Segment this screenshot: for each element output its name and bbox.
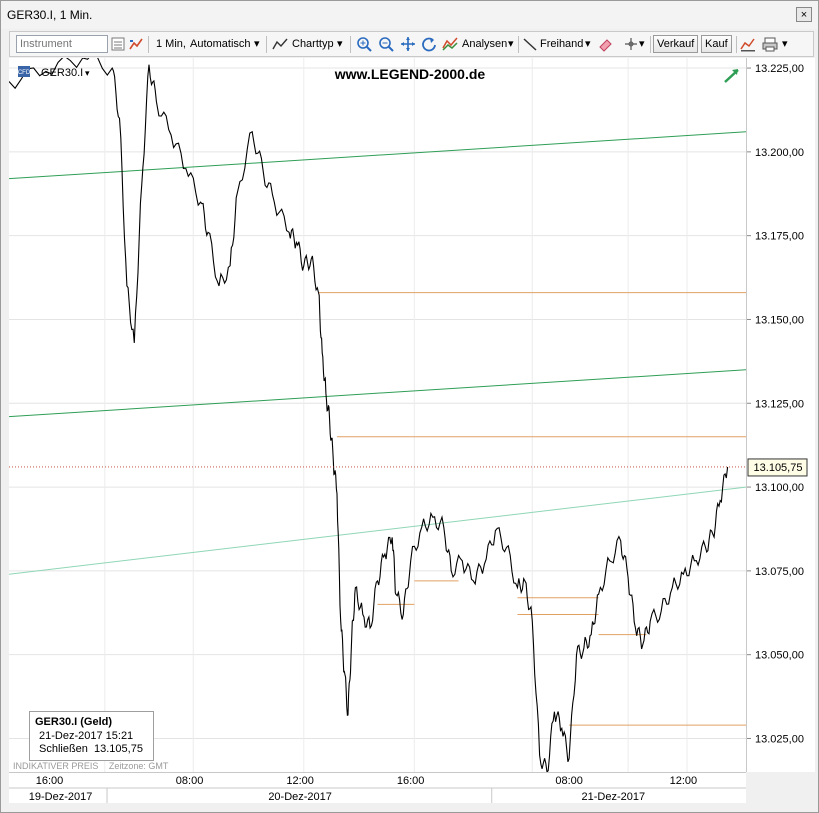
y-tick-label: 13.175,00 [755,231,804,243]
window-title: GER30.I, 1 Min. [7,8,93,22]
info-box: GER30.I (Geld) 21-Dez-2017 15:21 Schließ… [29,711,154,761]
svg-text:CFD: CFD [18,70,31,76]
freihand-menu[interactable]: Freihand [540,35,583,53]
analysen-dropdown-icon[interactable]: ▾ [508,35,514,53]
y-tick-label: 13.025,00 [755,733,804,745]
indicative-label: INDIKATIVER PREIS [13,761,99,771]
price-series-line [9,58,729,772]
symbol-dropdown-icon: ▾ [85,68,90,78]
trend-line [9,131,746,180]
print-icon[interactable] [762,36,778,52]
chart-window: GER30.I, 1 Min. × 1 Min, Automatisch ▾ C… [0,0,819,813]
trend-lines [9,131,746,575]
y-tick-label: 13.100,00 [755,482,804,494]
x-date-label: 20-Dez-2017 [268,791,332,803]
x-date-label: 21-Dez-2017 [582,791,646,803]
time-axis: 16:00 08:00 12:00 16:00 08:00 12:00 19-Dez-20… [9,772,746,803]
trend-line [9,486,746,575]
symbol-name: GER30.I [41,67,83,79]
current-price-marker: 13.105,75 [747,458,808,477]
y-tick-label: 13.075,00 [755,566,804,578]
y-tick-label: 13.050,00 [755,650,804,662]
crosshair-dropdown-icon[interactable]: ▾ [639,35,645,53]
kauf-button[interactable]: Kauf [701,35,732,53]
print-dropdown-icon[interactable]: ▾ [782,35,788,53]
x-date-label: 19-Dez-2017 [29,791,93,803]
instrument-list-icon[interactable] [110,36,126,52]
toolbar-separator [148,36,149,53]
x-tick-label: 16:00 [397,775,425,787]
toolbar-separator [350,36,351,53]
analysen-menu[interactable]: Analysen [462,35,507,53]
x-tick-label: 12:00 [286,775,314,787]
charttype-icon[interactable] [272,36,288,52]
reset-icon[interactable] [421,36,437,52]
toolbar-separator [518,36,519,53]
x-tick-label: 08:00 [176,775,204,787]
chart-settings-icon[interactable] [740,36,756,52]
charttyp-dropdown-icon[interactable]: ▾ [337,35,343,53]
y-tick-label: 13.225,00 [755,63,804,75]
info-title: GER30.I (Geld) [35,716,113,728]
toolbar-separator [266,36,267,53]
chart-grid [9,58,746,772]
compare-icon[interactable] [128,36,144,52]
zoom-in-icon[interactable] [356,36,372,52]
x-tick-label: 16:00 [36,775,64,787]
analysis-icon[interactable] [442,36,458,52]
crosshair-icon[interactable] [623,36,639,52]
toolbar-separator [650,36,651,53]
toolbar-separator [736,36,737,53]
info-datetime: 21-Dez-2017 15:21 [39,730,134,742]
price-chart[interactable]: CFD GER30.I ▾ www.LEGEND-2000.de [9,58,746,772]
indicative-price-note: INDIKATIVER PREIS Zeitzone: GMT [13,761,168,771]
freihand-dropdown-icon[interactable]: ▾ [585,35,591,53]
price-axis: 13.225,00 13.200,00 13.175,00 13.150,00 13.1… [746,58,815,772]
symbol-label: CFD GER30.I ▾ [18,66,90,79]
interval-selector[interactable]: 1 Min, [156,35,186,53]
pan-icon[interactable] [400,36,416,52]
watermark-text: www.LEGEND-2000.de [334,66,486,82]
info-close-label: Schließen [39,743,88,755]
verkauf-button[interactable]: Verkauf [653,35,699,53]
x-tick-label: 12:00 [670,775,698,787]
y-tick-label: 13.150,00 [755,314,804,326]
mode-selector[interactable]: Automatisch [190,35,251,53]
timezone-label: Zeitzone: GMT [108,761,169,771]
y-tick-label: 13.200,00 [755,147,804,159]
instrument-input[interactable] [16,35,108,53]
chart-toolbar: 1 Min, Automatisch ▾ Charttyp ▾ Analysen… [9,31,814,57]
trend-arrow-icon [724,69,739,83]
zoom-out-icon[interactable] [378,36,394,52]
freihand-icon[interactable] [522,36,538,52]
current-price-label: 13.105,75 [754,462,803,474]
x-tick-label: 08:00 [555,775,583,787]
trend-line [9,369,746,418]
title-bar: GER30.I, 1 Min. × [1,1,818,29]
info-close-value: 13.105,75 [94,743,143,755]
close-button[interactable]: × [796,7,812,22]
y-tick-label: 13.125,00 [755,398,804,410]
charttyp-menu[interactable]: Charttyp [292,35,334,53]
eraser-icon[interactable] [597,36,613,52]
mode-dropdown-icon[interactable]: ▾ [254,35,260,53]
